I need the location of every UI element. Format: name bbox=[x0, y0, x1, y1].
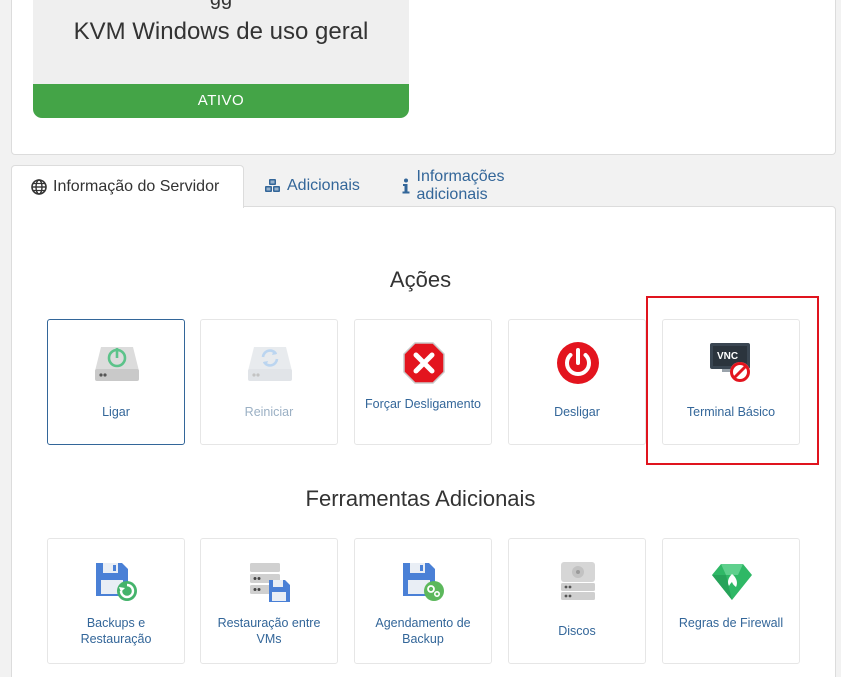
force-stop-icon bbox=[399, 340, 449, 386]
tool-vm-restore[interactable]: Restauração entre VMs bbox=[200, 538, 338, 664]
tab-label: Adicionais bbox=[287, 177, 360, 194]
tile-label: Reiniciar bbox=[244, 405, 294, 419]
tools-title: Ferramentas Adicionais bbox=[305, 486, 536, 511]
tab-addons[interactable]: Adicionais bbox=[264, 165, 360, 207]
product-card: gg KVM Windows de uso geral ATIVO bbox=[33, 0, 409, 118]
disks-icon bbox=[553, 559, 603, 605]
action-power-on[interactable]: Ligar bbox=[47, 319, 185, 445]
action-power-off[interactable]: Desligar bbox=[508, 319, 646, 445]
tile-label: Restauração entre VMs bbox=[217, 616, 321, 646]
power-on-drive-icon bbox=[92, 340, 142, 386]
tab-server-info[interactable]: Informação do Servidor bbox=[11, 165, 244, 208]
power-off-icon bbox=[553, 340, 603, 386]
firewall-icon bbox=[707, 559, 757, 605]
tool-backups-restore[interactable]: Backups e Restauração bbox=[47, 538, 185, 664]
status-badge: ATIVO bbox=[33, 84, 409, 118]
backup-restore-icon bbox=[92, 559, 142, 605]
tile-label: Desligar bbox=[554, 405, 600, 419]
vm-restore-icon bbox=[245, 559, 295, 605]
tab-label: Informações adicionais bbox=[416, 168, 505, 203]
tool-backup-schedule[interactable]: Agendamento de Backup bbox=[354, 538, 492, 664]
cubes-icon bbox=[264, 177, 282, 195]
highlight-annotation bbox=[646, 296, 819, 465]
tile-label: Forçar Desligamento bbox=[364, 397, 481, 411]
tile-label: Regras de Firewall bbox=[678, 616, 784, 630]
tool-firewall-rules[interactable]: Regras de Firewall bbox=[662, 538, 800, 664]
action-force-stop[interactable]: Forçar Desligamento bbox=[354, 319, 492, 445]
tile-label: Agendamento de Backup bbox=[375, 616, 471, 646]
globe-icon bbox=[30, 178, 48, 196]
restart-drive-icon bbox=[245, 340, 295, 386]
tab-additional-info[interactable]: Informações adicionais bbox=[401, 165, 512, 207]
tile-label: Ligar bbox=[102, 405, 130, 419]
product-name-area: gg KVM Windows de uso geral bbox=[33, 0, 409, 84]
backup-schedule-icon bbox=[399, 559, 449, 605]
actions-title: Ações bbox=[389, 267, 452, 292]
action-restart[interactable]: Reiniciar bbox=[200, 319, 338, 445]
tab-label: Informação do Servidor bbox=[53, 178, 220, 195]
info-icon bbox=[401, 177, 412, 195]
tile-label: Discos bbox=[558, 624, 596, 638]
product-panel: gg KVM Windows de uso geral ATIVO bbox=[11, 0, 836, 155]
product-name: KVM Windows de uso geral bbox=[73, 18, 369, 45]
tile-label: Backups e Restauração bbox=[80, 616, 152, 646]
tool-disks[interactable]: Discos bbox=[508, 538, 646, 664]
product-title-partial: gg bbox=[33, 0, 409, 11]
